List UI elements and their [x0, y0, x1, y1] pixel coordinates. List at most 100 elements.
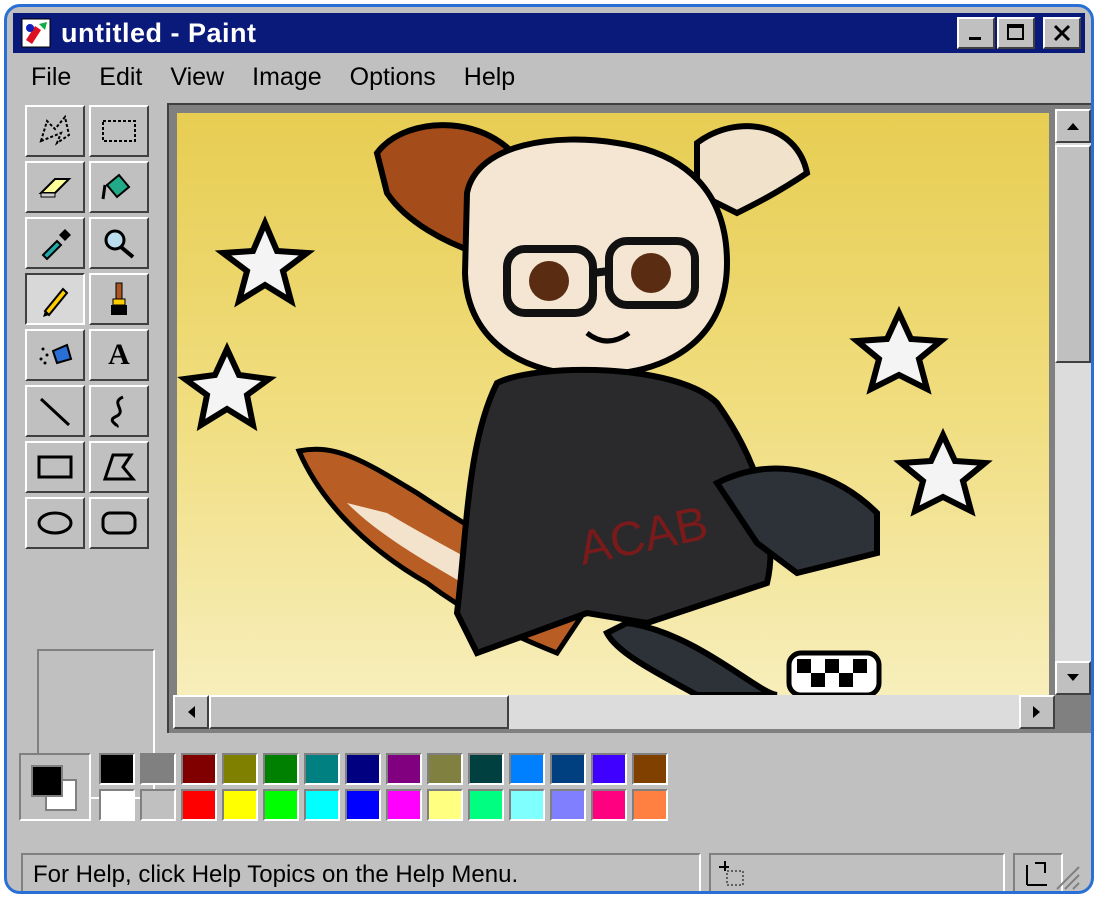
current-colors[interactable] — [19, 753, 91, 821]
polygon-icon — [102, 453, 137, 481]
airbrush-icon — [39, 343, 73, 365]
palette-swatch[interactable] — [386, 753, 422, 785]
palette-swatch[interactable] — [140, 789, 176, 821]
palette-swatch[interactable] — [345, 789, 381, 821]
ellipse-icon — [37, 511, 73, 535]
magnifier-tool[interactable] — [89, 217, 149, 269]
curve-icon — [110, 395, 124, 429]
palette-swatch[interactable] — [181, 789, 217, 821]
palette-swatch[interactable] — [304, 789, 340, 821]
fill-tool[interactable] — [89, 161, 149, 213]
palette-swatch[interactable] — [550, 789, 586, 821]
palette-swatch[interactable] — [140, 753, 176, 785]
drawing-canvas[interactable]: ACAB — [177, 113, 1049, 695]
palette-swatch[interactable] — [632, 753, 668, 785]
pencil-tool[interactable] — [25, 273, 85, 325]
menu-help[interactable]: Help — [464, 63, 515, 92]
eraser-tool[interactable] — [25, 161, 85, 213]
status-help-panel: For Help, click Help Topics on the Help … — [21, 853, 701, 891]
scroll-right-button[interactable] — [1019, 695, 1055, 729]
maximize-button[interactable] — [997, 17, 1035, 49]
status-position-panel — [709, 853, 1005, 891]
window-title: untitled - Paint — [61, 17, 257, 48]
palette-swatch[interactable] — [468, 753, 504, 785]
title-bar[interactable]: untitled - Paint — [13, 13, 1085, 53]
vertical-scrollbar[interactable] — [1055, 109, 1091, 695]
ellipse-tool[interactable] — [25, 497, 85, 549]
palette-swatch[interactable] — [263, 753, 299, 785]
airbrush-tool[interactable] — [25, 329, 85, 381]
scroll-left-button[interactable] — [173, 695, 209, 729]
rectangle-tool[interactable] — [25, 441, 85, 493]
rounded-rectangle-tool[interactable] — [89, 497, 149, 549]
free-form-select-tool[interactable] — [25, 105, 85, 157]
pencil-icon — [43, 287, 69, 317]
scroll-down-button[interactable] — [1055, 661, 1091, 695]
maximize-icon — [1007, 24, 1024, 40]
palette-swatch[interactable] — [263, 789, 299, 821]
palette-swatch[interactable] — [222, 789, 258, 821]
rounded-rectangle-icon — [101, 511, 137, 535]
palette-swatch[interactable] — [99, 789, 135, 821]
menu-image[interactable]: Image — [252, 63, 321, 92]
paint-bucket-icon — [101, 173, 131, 200]
menu-view[interactable]: View — [170, 63, 224, 92]
line-tool[interactable] — [25, 385, 85, 437]
minimize-icon — [969, 37, 981, 40]
cursor-position-icon — [719, 861, 744, 886]
palette-swatch[interactable] — [468, 789, 504, 821]
hoodie — [453, 366, 774, 657]
rect-select-icon — [102, 120, 136, 142]
rectangle-icon — [37, 455, 73, 479]
free-form-select-icon — [39, 114, 71, 146]
paint-window: untitled - Paint File Edit View Image Op… — [4, 4, 1094, 894]
arrow-right-icon — [1033, 706, 1040, 718]
vertical-scroll-thumb[interactable] — [1055, 145, 1091, 363]
minimize-button[interactable] — [957, 17, 995, 49]
paint-app-icon — [21, 18, 51, 48]
palette-swatch[interactable] — [345, 753, 381, 785]
text-tool[interactable]: A — [89, 329, 149, 381]
brush-icon — [111, 282, 127, 315]
palette-swatch[interactable] — [632, 789, 668, 821]
palette-swatch[interactable] — [550, 753, 586, 785]
toolbox: A — [21, 101, 155, 799]
menu-edit[interactable]: Edit — [99, 63, 142, 92]
pick-color-tool[interactable] — [25, 217, 85, 269]
palette-swatch[interactable] — [427, 753, 463, 785]
menu-options[interactable]: Options — [350, 63, 436, 92]
foreground-color-swatch[interactable] — [31, 765, 63, 797]
palette-swatch[interactable] — [386, 789, 422, 821]
resize-grip-icon[interactable] — [1051, 861, 1081, 891]
scroll-up-button[interactable] — [1055, 109, 1091, 143]
close-icon — [1053, 24, 1071, 42]
text-tool-icon: A — [108, 338, 130, 371]
dog-character-artwork: ACAB — [177, 122, 993, 695]
status-help-text: For Help, click Help Topics on the Help … — [33, 861, 519, 888]
palette-swatch[interactable] — [99, 753, 135, 785]
select-tool[interactable] — [89, 105, 149, 157]
horizontal-scrollbar[interactable] — [173, 695, 1055, 729]
palette-swatch[interactable] — [304, 753, 340, 785]
arrow-down-icon — [1067, 674, 1079, 681]
menu-file[interactable]: File — [31, 63, 71, 92]
canvas-area: ACAB — [167, 103, 1091, 733]
status-bar: For Help, click Help Topics on the Help … — [21, 853, 1085, 891]
polygon-tool[interactable] — [89, 441, 149, 493]
brush-tool[interactable] — [89, 273, 149, 325]
palette-swatch[interactable] — [591, 789, 627, 821]
checkered-shoe — [786, 650, 882, 695]
palette-swatch[interactable] — [509, 753, 545, 785]
horizontal-scroll-thumb[interactable] — [209, 695, 509, 729]
line-icon — [39, 397, 71, 427]
close-button[interactable] — [1043, 17, 1081, 49]
palette-swatch[interactable] — [222, 753, 258, 785]
menu-bar: File Edit View Image Options Help — [13, 57, 1085, 97]
palette-swatch[interactable] — [181, 753, 217, 785]
curve-tool[interactable] — [89, 385, 149, 437]
palette-swatch[interactable] — [509, 789, 545, 821]
palette-swatch[interactable] — [427, 789, 463, 821]
eraser-icon — [38, 178, 72, 198]
palette-swatch[interactable] — [591, 753, 627, 785]
selection-size-icon — [1026, 862, 1047, 886]
